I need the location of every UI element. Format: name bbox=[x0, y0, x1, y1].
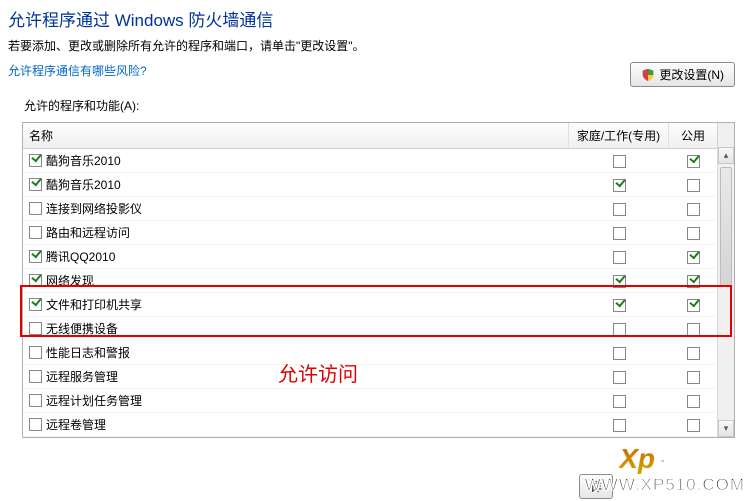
public-checkbox[interactable] bbox=[687, 155, 700, 168]
scrollbar[interactable]: ▴ ▾ bbox=[717, 147, 734, 437]
enable-checkbox[interactable] bbox=[29, 346, 42, 359]
row-label: 远程卷管理 bbox=[46, 416, 106, 433]
enable-checkbox[interactable] bbox=[29, 202, 42, 215]
row-label: 无线便携设备 bbox=[46, 320, 118, 337]
row-label: 路由和远程访问 bbox=[46, 224, 130, 241]
table-row[interactable]: 文件和打印机共享 bbox=[23, 293, 734, 317]
table-row[interactable]: 远程服务管理 bbox=[23, 365, 734, 389]
row-label: 远程服务管理 bbox=[46, 368, 118, 385]
row-label: 连接到网络投影仪 bbox=[46, 200, 142, 217]
row-label: 酷狗音乐2010 bbox=[46, 176, 121, 193]
home-checkbox[interactable] bbox=[613, 203, 626, 216]
enable-checkbox[interactable] bbox=[29, 226, 42, 239]
table-row[interactable]: 无线便携设备 bbox=[23, 317, 734, 341]
enable-checkbox[interactable] bbox=[29, 298, 42, 311]
col-home[interactable]: 家庭/工作(专用) bbox=[569, 123, 669, 148]
change-settings-label: 更改设置(N) bbox=[659, 66, 724, 83]
scroll-down-icon[interactable]: ▾ bbox=[718, 420, 734, 437]
row-label: 远程计划任务管理 bbox=[46, 392, 142, 409]
programs-list: 名称 家庭/工作(专用) 公用 酷狗音乐2010 酷狗音乐2010 连接到网络投影仪… bbox=[22, 122, 735, 438]
public-checkbox[interactable] bbox=[687, 275, 700, 288]
home-checkbox[interactable] bbox=[613, 251, 626, 264]
scrollbar-header-gap bbox=[717, 123, 734, 148]
watermark-logo-icon: Xp bbox=[619, 443, 655, 475]
details-button[interactable]: 详 bbox=[579, 474, 613, 499]
home-checkbox[interactable] bbox=[613, 395, 626, 408]
public-checkbox[interactable] bbox=[687, 419, 700, 432]
home-checkbox[interactable] bbox=[613, 155, 626, 168]
page-description: 若要添加、更改或删除所有允许的程序和端口，请单击"更改设置"。 bbox=[0, 33, 753, 62]
enable-checkbox[interactable] bbox=[29, 154, 42, 167]
watermark-brand: 系统之家 bbox=[657, 443, 745, 475]
table-row[interactable]: 性能日志和警报 bbox=[23, 341, 734, 365]
enable-checkbox[interactable] bbox=[29, 322, 42, 335]
table-row[interactable]: 腾讯QQ2010 bbox=[23, 245, 734, 269]
public-checkbox[interactable] bbox=[687, 299, 700, 312]
enable-checkbox[interactable] bbox=[29, 250, 42, 263]
enable-checkbox[interactable] bbox=[29, 418, 42, 431]
table-row[interactable]: 远程计划任务管理 bbox=[23, 389, 734, 413]
enable-checkbox[interactable] bbox=[29, 394, 42, 407]
enable-checkbox[interactable] bbox=[29, 178, 42, 191]
table-row[interactable]: 酷狗音乐2010 bbox=[23, 173, 734, 197]
risk-link[interactable]: 允许程序通信有哪些风险? bbox=[0, 62, 147, 79]
enable-checkbox[interactable] bbox=[29, 274, 42, 287]
scroll-up-icon[interactable]: ▴ bbox=[718, 147, 734, 164]
home-checkbox[interactable] bbox=[613, 347, 626, 360]
home-checkbox[interactable] bbox=[613, 179, 626, 192]
shield-icon bbox=[641, 68, 655, 82]
home-checkbox[interactable] bbox=[613, 371, 626, 384]
public-checkbox[interactable] bbox=[687, 371, 700, 384]
public-checkbox[interactable] bbox=[687, 179, 700, 192]
enable-checkbox[interactable] bbox=[29, 370, 42, 383]
row-label: 腾讯QQ2010 bbox=[46, 248, 115, 265]
table-row[interactable]: 连接到网络投影仪 bbox=[23, 197, 734, 221]
public-checkbox[interactable] bbox=[687, 203, 700, 216]
scroll-thumb[interactable] bbox=[720, 167, 732, 287]
row-label: 网络发现 bbox=[46, 272, 94, 289]
col-name[interactable]: 名称 bbox=[23, 123, 569, 148]
list-rows: 酷狗音乐2010 酷狗音乐2010 连接到网络投影仪路由和远程访问腾讯QQ2010 网… bbox=[23, 149, 734, 437]
row-label: 性能日志和警报 bbox=[46, 344, 130, 361]
row-label: 酷狗音乐2010 bbox=[46, 152, 121, 169]
home-checkbox[interactable] bbox=[613, 323, 626, 336]
home-checkbox[interactable] bbox=[613, 275, 626, 288]
table-row[interactable]: 网络发现 bbox=[23, 269, 734, 293]
home-checkbox[interactable] bbox=[613, 299, 626, 312]
row-label: 文件和打印机共享 bbox=[46, 296, 142, 313]
home-checkbox[interactable] bbox=[613, 227, 626, 240]
table-row[interactable]: 远程卷管理 bbox=[23, 413, 734, 437]
public-checkbox[interactable] bbox=[687, 323, 700, 336]
table-row[interactable]: 路由和远程访问 bbox=[23, 221, 734, 245]
public-checkbox[interactable] bbox=[687, 227, 700, 240]
public-checkbox[interactable] bbox=[687, 251, 700, 264]
list-header: 名称 家庭/工作(专用) 公用 bbox=[23, 123, 734, 149]
page-title: 允许程序通过 Windows 防火墙通信 bbox=[0, 0, 753, 33]
public-checkbox[interactable] bbox=[687, 395, 700, 408]
change-settings-button[interactable]: 更改设置(N) bbox=[630, 62, 735, 87]
home-checkbox[interactable] bbox=[613, 419, 626, 432]
table-row[interactable]: 酷狗音乐2010 bbox=[23, 149, 734, 173]
public-checkbox[interactable] bbox=[687, 347, 700, 360]
col-public[interactable]: 公用 bbox=[669, 123, 717, 148]
